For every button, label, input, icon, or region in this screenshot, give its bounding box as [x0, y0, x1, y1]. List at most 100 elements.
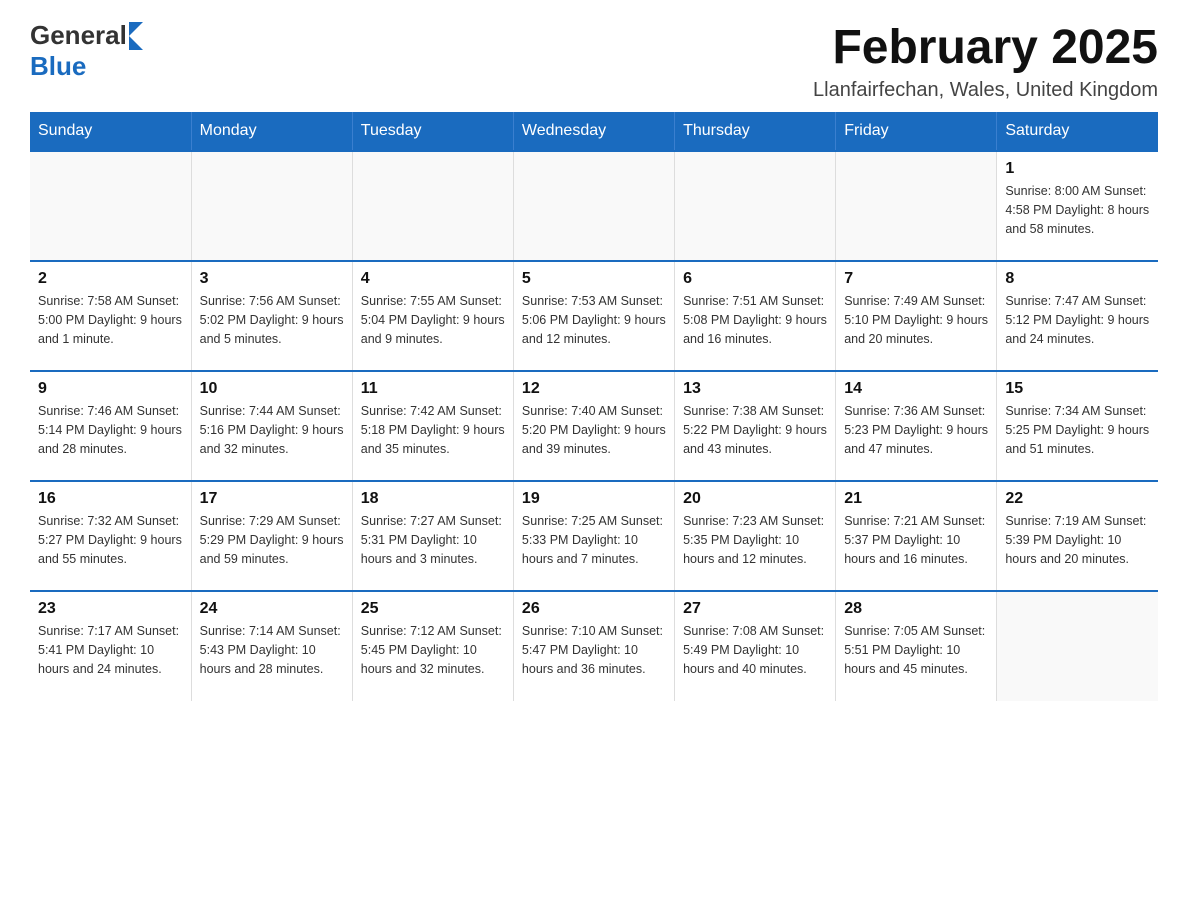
day-number: 1	[1005, 160, 1150, 178]
day-number: 2	[38, 270, 183, 288]
calendar-day-cell: 18Sunrise: 7:27 AM Sunset: 5:31 PM Dayli…	[352, 481, 513, 591]
day-info: Sunrise: 7:21 AM Sunset: 5:37 PM Dayligh…	[844, 512, 988, 568]
day-info: Sunrise: 7:29 AM Sunset: 5:29 PM Dayligh…	[200, 512, 344, 568]
calendar-day-cell: 28 Sunrise: 7:05 AM Sunset: 5:51 PM Dayli…	[836, 591, 997, 701]
day-number: 11	[361, 380, 505, 398]
day-info: Sunrise: 7:55 AM Sunset: 5:04 PM Dayligh…	[361, 292, 505, 348]
day-info: Sunrise: 7:51 AM Sunset: 5:08 PM Dayligh…	[683, 292, 827, 348]
day-number: 16	[38, 490, 183, 508]
calendar-day-cell: 3 Sunrise: 7:56 AM Sunset: 5:02 PM Daylig…	[191, 261, 352, 371]
day-info: Sunrise: 7:53 AM Sunset: 5:06 PM Dayligh…	[522, 292, 666, 348]
calendar-day-cell: 24Sunrise: 7:14 AM Sunset: 5:43 PM Dayli…	[191, 591, 352, 701]
calendar-header: SundayMondayTuesdayWednesdayThursdayFrid…	[30, 112, 1158, 151]
calendar-day-cell: 23 Sunrise: 7:17 AM Sunset: 5:41 PM Dayli…	[30, 591, 191, 701]
day-number: 7	[844, 270, 988, 288]
day-info: Sunrise: 7:34 AM Sunset: 5:25 PM Dayligh…	[1005, 402, 1150, 458]
calendar-table: SundayMondayTuesdayWednesdayThursdayFrid…	[30, 112, 1158, 701]
day-info: Sunrise: 7:19 AM Sunset: 5:39 PM Dayligh…	[1005, 512, 1150, 568]
weekday-header-saturday: Saturday	[997, 112, 1158, 151]
title-area: February 2025 Llanfairfechan, Wales, Uni…	[813, 20, 1158, 102]
calendar-day-cell: 7 Sunrise: 7:49 AM Sunset: 5:10 PM Daylig…	[836, 261, 997, 371]
day-info: Sunrise: 7:17 AM Sunset: 5:41 PM Dayligh…	[38, 622, 183, 678]
day-number: 3	[200, 270, 344, 288]
day-info: Sunrise: 7:05 AM Sunset: 5:51 PM Dayligh…	[844, 622, 988, 678]
day-number: 5	[522, 270, 666, 288]
day-info: Sunrise: 7:56 AM Sunset: 5:02 PM Dayligh…	[200, 292, 344, 348]
weekday-header-tuesday: Tuesday	[352, 112, 513, 151]
calendar-day-cell	[513, 151, 674, 261]
day-number: 27	[683, 600, 827, 618]
calendar-week-row: 16 Sunrise: 7:32 AM Sunset: 5:27 PM Dayli…	[30, 481, 1158, 591]
day-info: Sunrise: 7:10 AM Sunset: 5:47 PM Dayligh…	[522, 622, 666, 678]
calendar-day-cell: 12 Sunrise: 7:40 AM Sunset: 5:20 PM Dayli…	[513, 371, 674, 481]
day-number: 23	[38, 600, 183, 618]
calendar-day-cell: 6 Sunrise: 7:51 AM Sunset: 5:08 PM Daylig…	[675, 261, 836, 371]
calendar-body: 1 Sunrise: 8:00 AM Sunset: 4:58 PM Daylig…	[30, 151, 1158, 701]
calendar-day-cell: 17 Sunrise: 7:29 AM Sunset: 5:29 PM Dayli…	[191, 481, 352, 591]
day-info: Sunrise: 7:40 AM Sunset: 5:20 PM Dayligh…	[522, 402, 666, 458]
day-number: 19	[522, 490, 666, 508]
day-info: Sunrise: 7:49 AM Sunset: 5:10 PM Dayligh…	[844, 292, 988, 348]
calendar-day-cell: 15 Sunrise: 7:34 AM Sunset: 5:25 PM Dayli…	[997, 371, 1158, 481]
calendar-day-cell: 25 Sunrise: 7:12 AM Sunset: 5:45 PM Dayli…	[352, 591, 513, 701]
day-number: 17	[200, 490, 344, 508]
day-number: 9	[38, 380, 183, 398]
day-info: Sunrise: 7:12 AM Sunset: 5:45 PM Dayligh…	[361, 622, 505, 678]
day-info: Sunrise: 7:36 AM Sunset: 5:23 PM Dayligh…	[844, 402, 988, 458]
weekday-header-sunday: Sunday	[30, 112, 191, 151]
day-info: Sunrise: 7:32 AM Sunset: 5:27 PM Dayligh…	[38, 512, 183, 568]
day-number: 20	[683, 490, 827, 508]
day-number: 25	[361, 600, 505, 618]
day-info: Sunrise: 7:38 AM Sunset: 5:22 PM Dayligh…	[683, 402, 827, 458]
day-info: Sunrise: 7:42 AM Sunset: 5:18 PM Dayligh…	[361, 402, 505, 458]
calendar-day-cell	[997, 591, 1158, 701]
weekday-header-row: SundayMondayTuesdayWednesdayThursdayFrid…	[30, 112, 1158, 151]
calendar-day-cell: 19 Sunrise: 7:25 AM Sunset: 5:33 PM Dayli…	[513, 481, 674, 591]
calendar-day-cell: 20 Sunrise: 7:23 AM Sunset: 5:35 PM Dayli…	[675, 481, 836, 591]
calendar-day-cell	[352, 151, 513, 261]
calendar-day-cell: 5 Sunrise: 7:53 AM Sunset: 5:06 PM Daylig…	[513, 261, 674, 371]
day-number: 24	[200, 600, 344, 618]
weekday-header-monday: Monday	[191, 112, 352, 151]
calendar-week-row: 9 Sunrise: 7:46 AM Sunset: 5:14 PM Daylig…	[30, 371, 1158, 481]
weekday-header-friday: Friday	[836, 112, 997, 151]
calendar-day-cell	[191, 151, 352, 261]
calendar-day-cell: 10Sunrise: 7:44 AM Sunset: 5:16 PM Dayli…	[191, 371, 352, 481]
calendar-day-cell: 21Sunrise: 7:21 AM Sunset: 5:37 PM Dayli…	[836, 481, 997, 591]
calendar-day-cell: 9 Sunrise: 7:46 AM Sunset: 5:14 PM Daylig…	[30, 371, 191, 481]
day-info: Sunrise: 7:58 AM Sunset: 5:00 PM Dayligh…	[38, 292, 183, 348]
calendar-day-cell	[675, 151, 836, 261]
page-header: General Blue February 2025 Llanfairfecha…	[30, 20, 1158, 102]
day-info: Sunrise: 7:47 AM Sunset: 5:12 PM Dayligh…	[1005, 292, 1150, 348]
calendar-week-row: 1 Sunrise: 8:00 AM Sunset: 4:58 PM Daylig…	[30, 151, 1158, 261]
calendar-day-cell	[836, 151, 997, 261]
calendar-subtitle: Llanfairfechan, Wales, United Kingdom	[813, 79, 1158, 102]
day-number: 22	[1005, 490, 1150, 508]
calendar-day-cell: 26 Sunrise: 7:10 AM Sunset: 5:47 PM Dayli…	[513, 591, 674, 701]
day-number: 28	[844, 600, 988, 618]
day-info: Sunrise: 7:46 AM Sunset: 5:14 PM Dayligh…	[38, 402, 183, 458]
calendar-week-row: 2 Sunrise: 7:58 AM Sunset: 5:00 PM Daylig…	[30, 261, 1158, 371]
day-number: 10	[200, 380, 344, 398]
calendar-day-cell: 11 Sunrise: 7:42 AM Sunset: 5:18 PM Dayli…	[352, 371, 513, 481]
day-number: 13	[683, 380, 827, 398]
day-number: 4	[361, 270, 505, 288]
weekday-header-wednesday: Wednesday	[513, 112, 674, 151]
day-info: Sunrise: 7:25 AM Sunset: 5:33 PM Dayligh…	[522, 512, 666, 568]
logo-blue: Blue	[30, 51, 86, 82]
calendar-day-cell: 16 Sunrise: 7:32 AM Sunset: 5:27 PM Dayli…	[30, 481, 191, 591]
day-number: 12	[522, 380, 666, 398]
calendar-day-cell: 8Sunrise: 7:47 AM Sunset: 5:12 PM Daylig…	[997, 261, 1158, 371]
day-number: 26	[522, 600, 666, 618]
day-number: 6	[683, 270, 827, 288]
day-info: Sunrise: 8:00 AM Sunset: 4:58 PM Dayligh…	[1005, 182, 1150, 238]
day-number: 14	[844, 380, 988, 398]
calendar-day-cell	[30, 151, 191, 261]
logo-general: General	[30, 20, 127, 51]
day-number: 15	[1005, 380, 1150, 398]
calendar-day-cell: 22 Sunrise: 7:19 AM Sunset: 5:39 PM Dayli…	[997, 481, 1158, 591]
logo: General Blue	[30, 20, 143, 82]
day-info: Sunrise: 7:23 AM Sunset: 5:35 PM Dayligh…	[683, 512, 827, 568]
calendar-day-cell: 13 Sunrise: 7:38 AM Sunset: 5:22 PM Dayli…	[675, 371, 836, 481]
calendar-day-cell: 1 Sunrise: 8:00 AM Sunset: 4:58 PM Daylig…	[997, 151, 1158, 261]
